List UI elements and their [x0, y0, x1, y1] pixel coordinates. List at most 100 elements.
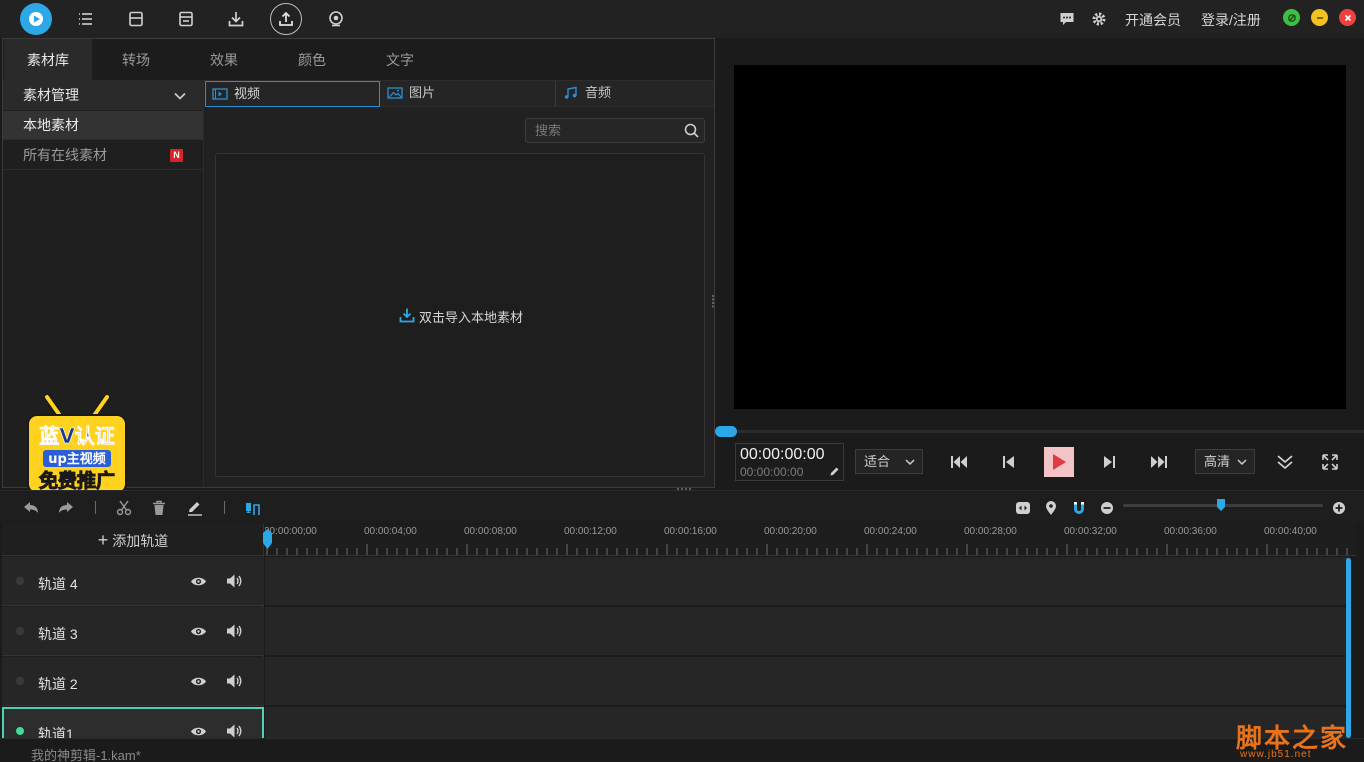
next-frame-icon — [1104, 456, 1115, 468]
vip-link[interactable]: 开通会员 — [1125, 10, 1181, 30]
time-ruler[interactable]: 00:00:00;00 00:00:04;00 00:00:08;00 00:00:1… — [265, 524, 1356, 556]
app-logo-icon[interactable] — [20, 3, 52, 35]
scissors-icon — [116, 500, 132, 516]
save-icon[interactable] — [123, 6, 149, 32]
promo-banner[interactable]: 蓝V认证 up主视频 免费推广 — [25, 391, 129, 495]
vertical-scrollbar[interactable] — [1346, 558, 1351, 738]
zoom-slider-handle[interactable] — [1217, 499, 1225, 511]
import-drop-area[interactable]: 双击导入本地素材 — [215, 153, 705, 477]
track-headers: + 添加轨道 轨道 4 轨道 3 轨道 2 轨道1 — [2, 524, 264, 756]
tab-transitions[interactable]: 转场 — [92, 39, 180, 81]
tab-color[interactable]: 颜色 — [268, 39, 356, 81]
previous-frame-button[interactable] — [997, 450, 1021, 474]
undo-button[interactable] — [21, 498, 41, 518]
tab-effects[interactable]: 效果 — [180, 39, 268, 81]
fullscreen-button[interactable] — [1318, 450, 1342, 474]
minimize-window-icon[interactable] — [1311, 9, 1328, 26]
sidebar-item-local[interactable]: 本地素材 — [3, 111, 203, 140]
track-header[interactable]: 轨道 2 — [2, 657, 264, 706]
timecode-display[interactable]: 00:00:00:00 00:00:00:00 — [735, 443, 844, 481]
add-track-label: 添加轨道 — [112, 533, 169, 549]
music-note-icon — [564, 86, 577, 99]
tab-image[interactable]: 图片 — [381, 81, 556, 107]
add-track-button[interactable]: + 添加轨道 — [2, 524, 264, 556]
track-name: 轨道 4 — [38, 576, 78, 592]
promo-line1: 蓝V认证 — [39, 424, 114, 448]
track-header[interactable]: 轨道 4 — [2, 557, 264, 606]
tab-audio[interactable]: 音频 — [557, 81, 732, 107]
zoom-in-button[interactable] — [1329, 498, 1349, 518]
fullscreen-icon — [1322, 454, 1338, 470]
ruler-tick-label: 00:00:28;00 — [964, 526, 1017, 537]
tab-video[interactable]: 视频 — [205, 81, 380, 107]
menu-icon[interactable] — [73, 6, 99, 32]
volume-icon[interactable] — [225, 672, 243, 690]
fit-select-value: 适合 — [864, 454, 891, 469]
search-box — [525, 118, 705, 143]
search-icon[interactable] — [684, 123, 699, 138]
promo-line3: 免费推广 — [39, 469, 115, 492]
volume-icon[interactable] — [225, 572, 243, 590]
eye-icon[interactable] — [190, 623, 207, 640]
double-chevron-down-icon — [1277, 455, 1293, 470]
track-lane[interactable] — [265, 607, 1349, 656]
site-watermark: 脚本之家 www.jb51.net — [1236, 718, 1360, 760]
message-icon[interactable] — [1054, 6, 1080, 32]
eye-icon[interactable] — [190, 673, 207, 690]
promo-line2: up主视频 — [48, 451, 106, 467]
preview-screen — [734, 65, 1346, 409]
split-track-button[interactable] — [243, 498, 263, 518]
eye-icon[interactable] — [190, 573, 207, 590]
fit-timeline-button[interactable] — [1013, 498, 1033, 518]
play-button[interactable] — [1044, 447, 1074, 477]
tab-text[interactable]: 文字 — [356, 39, 444, 81]
skip-to-end-button[interactable] — [1147, 450, 1171, 474]
magnet-snap-button[interactable] — [1069, 498, 1089, 518]
marker-button[interactable] — [1041, 498, 1061, 518]
chevron-down-icon — [1237, 459, 1247, 466]
delete-button[interactable] — [149, 498, 169, 518]
track-status-dot[interactable] — [15, 676, 25, 686]
next-frame-button[interactable] — [1097, 450, 1121, 474]
save-as-icon[interactable] — [173, 6, 199, 32]
export-icon[interactable] — [270, 3, 302, 35]
track-status-dot[interactable] — [15, 576, 25, 586]
fit-select[interactable]: 适合 — [855, 449, 923, 474]
track-lane[interactable] — [265, 557, 1349, 606]
plus-icon: + — [97, 530, 109, 550]
collapse-button[interactable] — [1273, 450, 1297, 474]
tab-label: 视频 — [234, 86, 261, 101]
preview-progress-bar[interactable] — [716, 430, 1364, 433]
cut-button[interactable] — [114, 498, 134, 518]
playhead-marker[interactable] — [263, 529, 272, 553]
restore-window-icon[interactable] — [1283, 9, 1300, 26]
panel-resize-handle[interactable] — [711, 294, 715, 308]
search-input[interactable] — [526, 119, 676, 142]
pencil-icon[interactable] — [829, 466, 840, 477]
current-timecode: 00:00:00:00 — [740, 446, 825, 463]
fit-timeline-icon — [1016, 502, 1030, 514]
sidebar-item-manage[interactable]: 素材管理 — [3, 81, 203, 110]
ruler-tick-label: 00:00:08;00 — [464, 526, 517, 537]
sidebar-item-online[interactable]: 所有在线素材 N — [3, 141, 203, 170]
ruler-tick-label: 00:00:00;00 — [265, 526, 317, 537]
edit-button[interactable] — [185, 498, 205, 518]
close-window-icon[interactable] — [1339, 9, 1356, 26]
import-icon[interactable] — [223, 6, 249, 32]
previous-frame-icon — [1003, 456, 1014, 468]
login-register-link[interactable]: 登录/注册 — [1201, 10, 1261, 30]
track-status-dot[interactable] — [15, 626, 25, 636]
skip-to-start-button[interactable] — [947, 450, 971, 474]
track-lane[interactable] — [265, 657, 1349, 706]
volume-icon[interactable] — [225, 622, 243, 640]
redo-button[interactable] — [56, 498, 76, 518]
track-header[interactable]: 轨道 3 — [2, 607, 264, 656]
zoom-out-button[interactable] — [1097, 498, 1117, 518]
track-status-dot[interactable] — [15, 726, 25, 736]
total-timecode: 00:00:00:00 — [740, 465, 804, 479]
settings-gear-icon[interactable] — [1086, 6, 1112, 32]
tab-library[interactable]: 素材库 — [4, 39, 92, 81]
quality-select[interactable]: 高清 — [1195, 449, 1255, 474]
camera-record-icon[interactable] — [323, 6, 349, 32]
progress-handle[interactable] — [715, 426, 737, 437]
